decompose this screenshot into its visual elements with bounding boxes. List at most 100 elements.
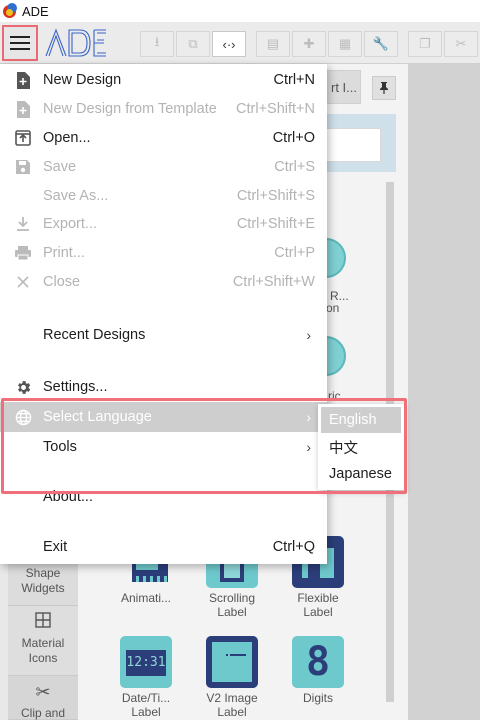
new-file-icon	[14, 71, 32, 89]
menu-item-settings[interactable]: Settings...	[0, 373, 327, 401]
widget-label: Flexible	[297, 591, 339, 605]
hamburger-menu-button[interactable]	[2, 25, 38, 61]
export-icon	[14, 215, 32, 233]
menu-item-shortcut: Ctrl+Shift+N	[236, 101, 315, 117]
copy-icon: ❐	[419, 36, 431, 51]
category-clip-and[interactable]: ✂ Clip and	[8, 676, 78, 720]
menu-item-close[interactable]: Close Ctrl+Shift+W	[0, 268, 327, 296]
menu-item-shortcut: Ctrl+P	[274, 245, 315, 261]
menu-item-open[interactable]: Open... Ctrl+O	[0, 124, 327, 152]
copy-button[interactable]: ❐	[408, 31, 442, 57]
menu-item-label: New Design	[43, 72, 122, 88]
menu-item-label: Close	[43, 274, 81, 290]
menu-item-save-as[interactable]: Save As... Ctrl+Shift+S	[0, 182, 327, 210]
menu-item-exit[interactable]: Exit Ctrl+Q	[0, 533, 327, 561]
preview-icon: ⧉	[188, 36, 198, 51]
category-label: Material	[21, 636, 65, 650]
widget-label: Label	[217, 605, 247, 619]
print-icon	[14, 244, 32, 262]
pin-button[interactable]	[372, 76, 396, 100]
menu-item-new-from-template[interactable]: New Design from Template Ctrl+Shift+N	[0, 95, 327, 123]
widget-label: Label	[303, 605, 333, 619]
close-icon	[14, 273, 32, 291]
menu-item-new-design[interactable]: New Design Ctrl+N	[0, 66, 327, 94]
wrench-icon: 🔧	[372, 36, 390, 51]
download-button[interactable]: ⭳	[140, 31, 174, 57]
widget-label: V2 Image	[206, 691, 258, 705]
grid-button[interactable]: ▦	[328, 31, 362, 57]
category-label: Icons	[28, 651, 58, 665]
chevron-right-icon: ›	[306, 439, 311, 455]
widget-label-peek-b: on	[326, 301, 340, 315]
menu-item-label: Recent Designs	[43, 327, 146, 343]
layers-button[interactable]: ▤	[256, 31, 290, 57]
chevron-right-icon: ›	[306, 409, 311, 425]
scissors-icon: ✂	[35, 682, 51, 702]
language-option-japanese[interactable]: Japanese	[321, 461, 401, 487]
menu-item-label: Print...	[43, 245, 85, 261]
menu-item-shortcut: Ctrl+Q	[272, 539, 315, 555]
widget-label: Scrolling	[208, 591, 256, 605]
menu-item-select-language[interactable]: Select Language ›	[0, 402, 327, 432]
widget-label-peek-c: ric	[328, 389, 341, 403]
menu-item-save[interactable]: Save Ctrl+S	[0, 153, 327, 181]
menu-item-shortcut: Ctrl+Shift+S	[236, 188, 315, 204]
menu-item-recent-designs[interactable]: Recent Designs ›	[0, 321, 327, 349]
widget-v2-image-label[interactable]: V2 Image Label	[194, 636, 270, 719]
menu-item-tools[interactable]: Tools ›	[0, 433, 327, 461]
widget-label: Label	[217, 705, 247, 719]
layers-icon: ▤	[266, 36, 280, 51]
puzzle-icon: ✚	[303, 36, 315, 51]
category-strip	[0, 564, 8, 720]
download-icon: ⭳	[154, 34, 160, 49]
language-option-chinese[interactable]: 中文	[321, 434, 401, 460]
template-icon	[14, 100, 32, 118]
menu-item-shortcut: Ctrl+Shift+W	[232, 274, 315, 290]
menu-item-label: Settings...	[43, 379, 108, 395]
menu-item-label: Export...	[43, 216, 97, 232]
preview-button[interactable]: ⧉	[176, 31, 210, 57]
menu-item-shortcut: Ctrl+O	[272, 130, 315, 146]
category-material-icons[interactable]: Material Icons	[8, 606, 78, 676]
main-menu: New Design Ctrl+N New Design from Templa…	[0, 64, 327, 564]
datetime-label-icon: 12:31	[120, 636, 172, 688]
menu-item-shortcut: Ctrl+Shift+E	[236, 216, 315, 232]
category-label: Shape	[25, 566, 61, 580]
wrench-button[interactable]: 🔧	[364, 31, 398, 57]
menu-item-export[interactable]: Export... Ctrl+Shift+E	[0, 210, 327, 238]
digits-icon: 8	[292, 636, 344, 688]
widget-label: Animati...	[120, 591, 171, 605]
search-input[interactable]	[326, 128, 381, 162]
material-grid-icon	[8, 612, 78, 634]
widget-digits[interactable]: 8 Digits	[280, 636, 356, 705]
puzzle-button[interactable]: ✚	[292, 31, 326, 57]
menu-item-label: About...	[43, 489, 93, 505]
cut-button[interactable]: ✂	[444, 31, 478, 57]
menu-item-about[interactable]: About...	[0, 483, 327, 511]
menu-item-shortcut: Ctrl+S	[274, 159, 315, 175]
menu-item-label: Open...	[43, 130, 91, 146]
pin-icon	[380, 82, 388, 94]
menu-item-label: Save	[43, 159, 77, 175]
title-bar: ADE	[0, 0, 480, 22]
ade-logo	[45, 28, 106, 57]
code-button[interactable]: ‹·›	[212, 31, 246, 57]
app-logo-icon	[2, 3, 18, 19]
panel-tab[interactable]: rt I...	[326, 70, 361, 104]
canvas-area	[408, 64, 480, 720]
menu-item-print[interactable]: Print... Ctrl+P	[0, 239, 327, 267]
category-shape-widgets[interactable]: Shape Widgets	[8, 564, 78, 606]
window-title: ADE	[22, 3, 49, 19]
menu-item-shortcut: Ctrl+N	[273, 72, 316, 88]
menu-item-label: Save As...	[43, 188, 109, 204]
panel-tab-label: rt I...	[331, 79, 357, 95]
menu-item-label: Exit	[43, 539, 68, 555]
widget-datetime-label[interactable]: 12:31 Date/Ti... Label	[108, 636, 184, 719]
menu-item-label: Tools	[43, 439, 77, 455]
menu-item-label: Select Language	[43, 409, 152, 425]
category-label: Clip and	[20, 706, 66, 720]
gear-icon	[14, 378, 32, 396]
globe-icon	[14, 408, 32, 426]
language-option-english[interactable]: English	[321, 407, 401, 433]
category-label: Widgets	[21, 581, 65, 595]
